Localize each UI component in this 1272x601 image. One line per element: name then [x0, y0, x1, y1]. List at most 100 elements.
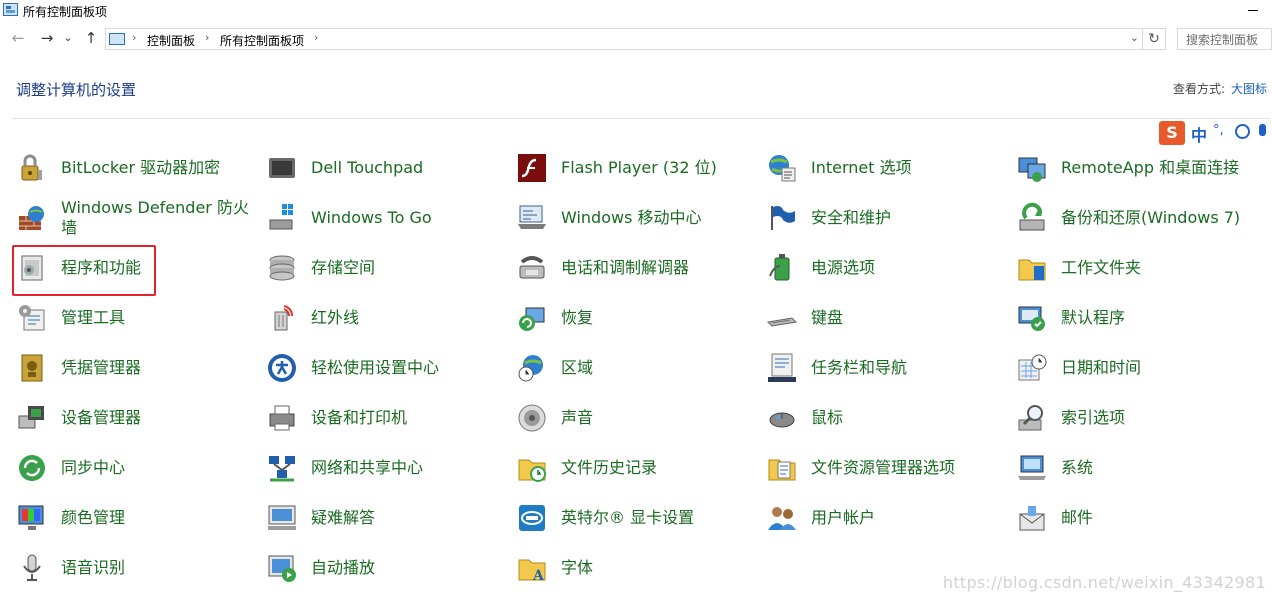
page-title: 调整计算机的设置	[16, 81, 137, 99]
security-flag-icon	[766, 202, 798, 234]
control-panel-item-label: 任务栏和导航	[811, 358, 908, 377]
indexing-icon	[1016, 402, 1048, 434]
control-panel-item[interactable]: 区域	[516, 348, 756, 388]
system-icon	[1016, 452, 1048, 484]
control-panel-item[interactable]: 凭据管理器	[16, 348, 256, 388]
control-panel-item[interactable]: 文件历史记录	[516, 448, 756, 488]
control-panel-item[interactable]: Internet 选项	[766, 148, 1006, 188]
breadcrumb-control-panel[interactable]: 控制面板	[147, 32, 195, 49]
control-panel-item[interactable]: 文件资源管理器选项	[766, 448, 1006, 488]
firewall-icon	[16, 202, 48, 234]
control-panel-item-label: 轻松使用设置中心	[311, 358, 440, 377]
work-folders-icon	[1016, 252, 1048, 284]
control-panel-item[interactable]: 管理工具	[16, 298, 256, 338]
control-panel-item[interactable]: 默认程序	[1016, 298, 1256, 338]
control-panel-item[interactable]: 电话和调制解调器	[516, 248, 756, 288]
control-panel-item[interactable]: 网络和共享中心	[266, 448, 506, 488]
search-input[interactable]	[1186, 31, 1272, 49]
control-panel-item[interactable]: 键盘	[766, 298, 1006, 338]
control-panel-item-label: 恢复	[561, 308, 594, 327]
control-panel-item-label: 电话和调制解调器	[561, 258, 690, 277]
window-title: 所有控制面板项	[23, 5, 108, 19]
ime-punctuation-mode[interactable]: °,	[1213, 123, 1224, 138]
control-panel-item[interactable]: 程序和功能	[16, 248, 256, 288]
control-panel-item[interactable]: 系统	[1016, 448, 1256, 488]
breadcrumb-separator-icon[interactable]: ›	[205, 31, 209, 44]
breadcrumb-separator-icon[interactable]: ›	[132, 31, 136, 44]
autoplay-icon	[266, 552, 298, 584]
control-panel-item[interactable]: 红外线	[266, 298, 506, 338]
control-panel-item[interactable]: 设备管理器	[16, 398, 256, 438]
ime-toolbar[interactable]: S 中 °,	[1159, 121, 1272, 145]
ime-chinese-mode[interactable]: 中	[1191, 122, 1207, 146]
remoteapp-icon	[1016, 152, 1048, 184]
network-sharing-icon	[266, 452, 298, 484]
control-panel-item[interactable]: Windows 移动中心	[516, 198, 756, 238]
forward-button[interactable]: →	[36, 29, 58, 47]
address-dropdown-icon[interactable]: ⌄	[1130, 31, 1139, 44]
control-panel-item[interactable]: 邮件	[1016, 498, 1256, 538]
control-panel-item[interactable]: A 字体	[516, 548, 756, 588]
control-panel-item[interactable]: 颜色管理	[16, 498, 256, 538]
control-panel-item[interactable]: 恢复	[516, 298, 756, 338]
backup-icon	[1016, 202, 1048, 234]
control-panel-item[interactable]: 用户帐户	[766, 498, 1006, 538]
color-management-icon	[16, 502, 48, 534]
control-panel-item[interactable]: 安全和维护	[766, 198, 1006, 238]
control-panel-item[interactable]: 轻松使用设置中心	[266, 348, 506, 388]
control-panel-item[interactable]: 任务栏和导航	[766, 348, 1006, 388]
bitlocker-icon	[16, 152, 48, 184]
intel-graphics-icon	[516, 502, 548, 534]
control-panel-item[interactable]: 索引选项	[1016, 398, 1256, 438]
search-box[interactable]	[1177, 28, 1272, 50]
address-bar[interactable]: › 控制面板 › 所有控制面板项 › ⌄ ↻	[105, 28, 1166, 50]
control-panel-item[interactable]: 声音	[516, 398, 756, 438]
breadcrumb-all-items[interactable]: 所有控制面板项	[220, 32, 304, 49]
back-button[interactable]: ←	[7, 29, 29, 47]
date-time-icon	[1016, 352, 1048, 384]
control-panel-item[interactable]: Windows Defender 防火墙	[16, 198, 256, 238]
control-panel-item[interactable]: 自动播放	[266, 548, 506, 588]
minimize-button[interactable]	[1248, 10, 1258, 11]
control-panel-item[interactable]: 备份和还原(Windows 7)	[1016, 198, 1256, 238]
ime-voice-icon[interactable]	[1259, 124, 1266, 136]
control-panel-item[interactable]: 日期和时间	[1016, 348, 1256, 388]
control-panel-item-label: 语音识别	[61, 558, 126, 577]
control-panel-location-icon	[109, 33, 125, 45]
control-panel-item[interactable]: 鼠标	[766, 398, 1006, 438]
fonts-icon: A	[516, 552, 548, 584]
refresh-button[interactable]: ↻	[1142, 29, 1165, 49]
up-button[interactable]: ↑	[80, 29, 102, 47]
recent-locations-button[interactable]: ⌄	[60, 31, 76, 44]
control-panel-item[interactable]: 疑难解答	[266, 498, 506, 538]
ime-emoji-icon[interactable]	[1235, 124, 1250, 139]
control-panel-item[interactable]: BitLocker 驱动器加密	[16, 148, 256, 188]
control-panel-item-label: 同步中心	[61, 458, 126, 477]
header-divider	[12, 118, 1270, 119]
speech-recognition-icon	[16, 552, 48, 584]
control-panel-item[interactable]: 设备和打印机	[266, 398, 506, 438]
control-panel-item-label: 字体	[561, 558, 594, 577]
sogou-logo-icon[interactable]: S	[1159, 121, 1185, 145]
keyboard-icon	[766, 302, 798, 334]
control-panel-item-label: 凭据管理器	[61, 358, 142, 377]
control-panel-item[interactable]: 同步中心	[16, 448, 256, 488]
control-panel-item[interactable]: 语音识别	[16, 548, 256, 588]
power-options-icon	[766, 252, 798, 284]
default-programs-icon	[1016, 302, 1048, 334]
control-panel-item[interactable]: RemoteApp 和桌面连接	[1016, 148, 1256, 188]
control-panel-item[interactable]: 工作文件夹	[1016, 248, 1256, 288]
control-panel-item-label: 颜色管理	[61, 508, 126, 527]
breadcrumb-separator-icon[interactable]: ›	[314, 31, 318, 44]
admin-tools-icon	[16, 302, 48, 334]
control-panel-item[interactable]: Flash Player (32 位)	[516, 148, 756, 188]
control-panel-item[interactable]: Dell Touchpad	[266, 148, 506, 188]
taskbar-icon	[766, 352, 798, 384]
control-panel-item[interactable]: 英特尔® 显卡设置	[516, 498, 756, 538]
view-mode-dropdown[interactable]: 大图标	[1231, 82, 1267, 96]
control-panel-item[interactable]: 存储空间	[266, 248, 506, 288]
control-panel-item[interactable]: Windows To Go	[266, 198, 506, 238]
svg-text:A: A	[532, 568, 545, 584]
flash-icon	[516, 152, 548, 184]
control-panel-item[interactable]: 电源选项	[766, 248, 1006, 288]
